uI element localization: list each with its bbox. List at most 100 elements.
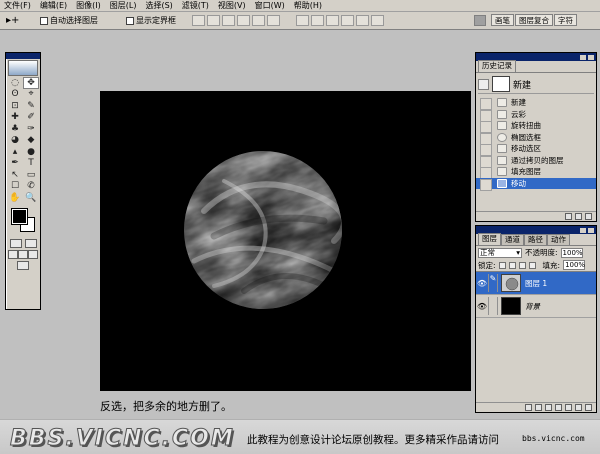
new-snapshot-icon[interactable] <box>575 213 582 220</box>
link-layers-icon[interactable] <box>525 404 532 411</box>
foreground-color-swatch[interactable] <box>11 207 28 225</box>
auto-select-checkbox-box[interactable] <box>40 16 48 25</box>
menu-edit[interactable]: 编辑(E) <box>40 0 67 11</box>
tab-history[interactable]: 历史记录 <box>478 60 516 72</box>
distribute-vcenter-icon[interactable] <box>311 15 324 26</box>
crop-tool-icon[interactable]: ⊡ <box>7 100 23 112</box>
distribute-left-icon[interactable] <box>341 15 354 26</box>
show-bounds-checkbox-box[interactable] <box>126 16 134 25</box>
distribute-hcenter-icon[interactable] <box>356 15 369 26</box>
layer-name[interactable]: 图层 1 <box>525 278 547 289</box>
minimize-icon[interactable] <box>580 54 586 60</box>
eraser-tool-icon[interactable]: ◕ <box>7 135 23 147</box>
align-vcenter-icon[interactable] <box>207 15 220 26</box>
history-item[interactable]: 新建 <box>476 97 596 110</box>
distribute-right-icon[interactable] <box>371 15 384 26</box>
align-right-icon[interactable] <box>267 15 280 26</box>
type-tool-icon[interactable]: T <box>23 158 39 170</box>
lock-transparent-icon[interactable] <box>498 261 506 269</box>
layer-mask-icon[interactable] <box>545 404 552 411</box>
footer-url[interactable]: bbs.vicnc.com <box>522 434 585 443</box>
history-brush-tool-icon[interactable]: ✑ <box>23 123 39 135</box>
history-item[interactable]: 旋转扭曲 <box>476 120 596 133</box>
blur-tool-icon[interactable]: ▴ <box>7 146 23 158</box>
shape-tool-icon[interactable]: ▭ <box>23 169 39 181</box>
blend-mode-select[interactable]: 正常 ▾ <box>478 247 522 258</box>
menu-image[interactable]: 图像(I) <box>76 0 101 11</box>
menu-layer[interactable]: 图层(L) <box>110 0 137 11</box>
auto-select-layer-checkbox[interactable]: 自动选择图层 <box>40 15 98 26</box>
layer-row-layer1[interactable]: 👁 ✎ 图层 1 <box>476 272 596 295</box>
history-item[interactable]: 云彩 <box>476 109 596 121</box>
menu-help[interactable]: 帮助(H) <box>294 0 322 11</box>
new-document-from-state-icon[interactable] <box>565 213 572 220</box>
brush-link-icon[interactable] <box>488 297 498 315</box>
layer-name[interactable]: 背景 <box>525 301 540 312</box>
notes-tool-icon[interactable]: ☐ <box>7 181 23 193</box>
jump-to-imageready-icon[interactable] <box>17 260 29 270</box>
show-bounding-box-checkbox[interactable]: 显示定界框 <box>126 15 176 26</box>
new-layer-icon[interactable] <box>575 404 582 411</box>
align-hcenter-icon[interactable] <box>252 15 265 26</box>
toolbox-title-bar[interactable] <box>6 53 40 59</box>
opacity-input[interactable]: 100% <box>560 247 583 258</box>
layer-style-icon[interactable] <box>535 404 542 411</box>
history-item[interactable]: 填充图层 <box>476 166 596 179</box>
brush-link-icon[interactable]: ✎ <box>488 274 498 292</box>
slice-tool-icon[interactable]: ✎ <box>23 100 39 112</box>
move-tool-icon[interactable]: ✥ <box>23 77 39 89</box>
distribute-bottom-icon[interactable] <box>326 15 339 26</box>
menu-filter[interactable]: 滤镜(T) <box>182 0 209 11</box>
history-item[interactable]: 椭圆选框 <box>476 132 596 144</box>
align-left-icon[interactable] <box>237 15 250 26</box>
healing-brush-tool-icon[interactable]: ✚ <box>7 112 23 124</box>
brush-tool-icon[interactable]: ✐ <box>23 112 39 124</box>
history-source-icon[interactable] <box>478 78 489 90</box>
lasso-tool-icon[interactable]: ʘ <box>7 89 23 101</box>
adobe-feather-icon[interactable] <box>8 60 38 76</box>
tab-channels[interactable]: 通道 <box>501 234 524 245</box>
layer-row-background[interactable]: 👁 背景 <box>476 295 596 318</box>
fill-input[interactable]: 100% <box>563 260 585 270</box>
quick-mask-mode-icon[interactable] <box>24 238 37 248</box>
history-item[interactable]: 通过拷贝的图层 <box>476 155 596 167</box>
hand-tool-icon[interactable]: ✋ <box>7 192 23 204</box>
tab-actions[interactable]: 动作 <box>547 234 570 245</box>
move-tool-preset-icon[interactable]: ▸+ <box>6 14 28 28</box>
delete-layer-icon[interactable] <box>585 404 592 411</box>
marquee-tool-icon[interactable]: ◌ <box>7 77 23 89</box>
close-icon[interactable] <box>588 54 594 60</box>
eye-icon[interactable]: 👁 <box>476 302 488 311</box>
magic-wand-tool-icon[interactable]: ⌖ <box>23 89 39 101</box>
tab-paths[interactable]: 路径 <box>524 234 547 245</box>
new-group-icon[interactable] <box>555 404 562 411</box>
menu-select[interactable]: 选择(S) <box>145 0 172 11</box>
lock-image-icon[interactable] <box>508 261 516 269</box>
well-tab-brushes[interactable]: 画笔 <box>491 14 514 26</box>
tab-layers[interactable]: 图层 <box>478 233 501 245</box>
pen-tool-icon[interactable]: ✒ <box>7 158 23 170</box>
zoom-tool-icon[interactable]: 🔍 <box>23 192 39 204</box>
lock-all-icon[interactable] <box>528 261 536 269</box>
menu-view[interactable]: 视图(V) <box>218 0 246 11</box>
eye-icon[interactable]: 👁 <box>476 279 488 288</box>
adjustment-layer-icon[interactable] <box>565 404 572 411</box>
well-tab-layer-comps[interactable]: 图层复合 <box>515 14 553 26</box>
eyedropper-tool-icon[interactable]: ✆ <box>23 181 39 193</box>
align-bottom-icon[interactable] <box>222 15 235 26</box>
minimize-icon[interactable] <box>580 227 586 233</box>
clone-stamp-tool-icon[interactable]: ♣ <box>7 123 23 135</box>
document-canvas[interactable] <box>100 91 471 391</box>
history-snapshot[interactable]: 新建 <box>478 75 594 94</box>
lock-position-icon[interactable] <box>518 261 526 269</box>
standard-mode-icon[interactable] <box>9 238 22 248</box>
screen-mode-full-menu-icon[interactable] <box>18 249 28 259</box>
history-item-selected[interactable]: 移动 <box>476 177 596 190</box>
screen-mode-standard-icon[interactable] <box>8 249 18 259</box>
menu-file[interactable]: 文件(F) <box>4 0 31 11</box>
gradient-tool-icon[interactable]: ◆ <box>23 135 39 147</box>
distribute-top-icon[interactable] <box>296 15 309 26</box>
align-top-icon[interactable] <box>192 15 205 26</box>
delete-state-icon[interactable] <box>585 213 592 220</box>
screen-mode-full-icon[interactable] <box>28 249 38 259</box>
